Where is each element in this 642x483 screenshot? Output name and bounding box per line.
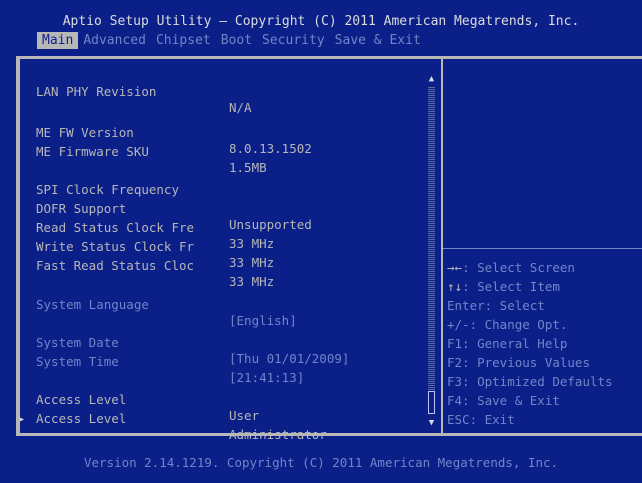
setting-value: Unsupported <box>229 217 312 232</box>
help-select-screen: →←: Select Screen <box>447 259 575 277</box>
setting-label: Fast Read Status Cloc <box>36 258 195 273</box>
setting-row-system-date[interactable]: System Date [Thu 01/01/2009] <box>36 319 349 366</box>
system-language-select[interactable]: [English] <box>229 313 297 329</box>
help-change-opt: +/-: Change Opt. <box>447 317 568 332</box>
setting-label: System Time <box>36 354 119 369</box>
setting-row-access-level-admin: Access Level Administrator <box>36 395 327 442</box>
help-save-exit: F4: Save & Exit <box>447 393 560 408</box>
help-enter-select: Enter: Select <box>447 298 545 313</box>
setting-row-me-firmware-sku: ME Firmware SKU 1.5MB <box>36 128 267 175</box>
help-general-help: F1: General Help <box>447 336 568 351</box>
setting-value: User <box>229 408 260 423</box>
setting-row-spi-clock-frequency: SPI Clock Frequency <box>36 166 179 197</box>
scrollbar-track[interactable] <box>428 86 435 414</box>
help-previous-values: F2: Previous Values <box>447 355 590 370</box>
up-down-arrows-icon: ↑↓ <box>447 279 463 294</box>
setting-row-system-language[interactable]: System Language [English] <box>36 281 297 328</box>
left-right-arrows-icon: →← <box>447 260 463 275</box>
help-optimized-defaults: F3: Optimized Defaults <box>447 374 613 389</box>
tab-main[interactable]: Main <box>37 32 79 49</box>
setting-value: 33 MHz <box>229 274 275 289</box>
scrollbar-thumb[interactable] <box>428 391 435 414</box>
setting-row-lan-phy-revision: LAN PHY Revision N/A <box>36 68 252 115</box>
scroll-up-arrow-icon[interactable]: ▲ <box>426 74 437 84</box>
tab-save-exit[interactable]: Save & Exit <box>330 32 426 49</box>
tab-bar: Main Advanced Chipset Boot Security Save… <box>37 32 426 49</box>
setting-label: Access Level <box>36 411 127 426</box>
help-text: : Select Screen <box>462 260 575 275</box>
setting-value: 33 MHz <box>229 255 275 270</box>
setting-value: 1.5MB <box>229 160 267 175</box>
setting-row-fast-read-status-clock: Fast Read Status Cloc 33 MHz <box>36 242 274 289</box>
tab-advanced[interactable]: Advanced <box>78 32 151 49</box>
setting-label: LAN PHY Revision <box>36 84 157 99</box>
setting-value: Administrator <box>229 427 327 442</box>
selection-cursor-icon: ▸ <box>19 414 26 425</box>
tab-chipset[interactable]: Chipset <box>151 32 216 49</box>
tab-security[interactable]: Security <box>257 32 330 49</box>
setting-row-read-status-clock: Read Status Clock Fre 33 MHz <box>36 204 274 251</box>
setting-row-dofr-support: DOFR Support Unsupported <box>36 185 312 232</box>
header-title: Aptio Setup Utility – Copyright (C) 2011… <box>62 14 580 29</box>
help-select-item: ↑↓: Select Item <box>447 278 560 296</box>
setting-value: N/A <box>229 100 252 115</box>
setting-value: 8.0.13.1502 <box>229 141 312 156</box>
help-divider <box>443 248 642 249</box>
bios-screen: Aptio Setup Utility – Copyright (C) 2011… <box>0 0 642 483</box>
setting-row-access-level-user: Access Level User <box>36 376 259 423</box>
scroll-down-arrow-icon[interactable]: ▼ <box>426 418 437 428</box>
setting-label: ME Firmware SKU <box>36 144 149 159</box>
help-text: : Select Item <box>462 279 560 294</box>
footer-version: Version 2.14.1219. Copyright (C) 2011 Am… <box>83 455 559 470</box>
help-esc-exit: ESC: Exit <box>447 412 515 427</box>
tab-boot[interactable]: Boot <box>216 32 257 49</box>
system-date-field[interactable]: [Thu 01/01/2009] <box>229 351 349 367</box>
setting-row-system-time[interactable]: System Time [21:41:13] <box>36 338 304 385</box>
setting-value: 33 MHz <box>229 236 275 251</box>
system-time-field[interactable]: [21:41:13] <box>229 370 304 386</box>
setting-label: System Language <box>36 297 149 312</box>
setting-row-me-fw-version: ME FW Version 8.0.13.1502 <box>36 109 312 156</box>
setting-row-write-status-clock: Write Status Clock Fr 33 MHz <box>36 223 274 270</box>
